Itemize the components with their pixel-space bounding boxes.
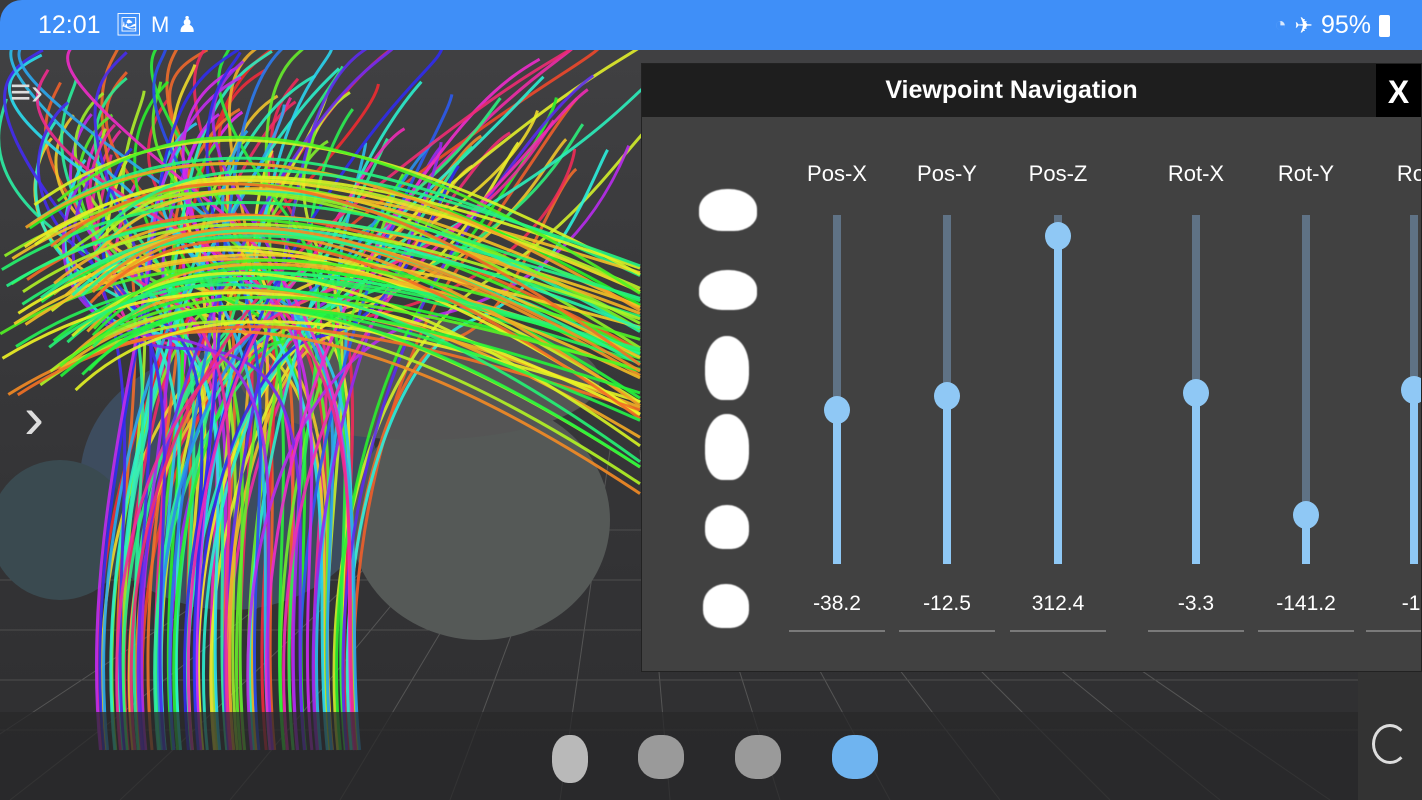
view-right-icon[interactable] <box>699 270 757 310</box>
value-underline <box>1366 630 1421 632</box>
slider-value: -141.2 <box>1276 592 1336 615</box>
slider-fill <box>943 396 951 564</box>
value-underline <box>1010 630 1106 632</box>
status-bar: 12:01 🖼 M ♟ ◔ ✈ 95% <box>0 0 1422 50</box>
keyhole-icon: ♟ <box>177 12 197 37</box>
slider-fill <box>1410 389 1418 564</box>
slider-track[interactable] <box>1401 215 1421 564</box>
menu-chevron-icon[interactable]: ≡› <box>10 74 43 110</box>
slider-label: Rot-X <box>1167 161 1225 186</box>
battery-text: 95% <box>1320 11 1371 39</box>
battery-icon <box>1379 14 1390 37</box>
slider-pos-z: Pos-Z 312.4 <box>1010 161 1106 632</box>
right-toolbar <box>1358 672 1422 800</box>
value-underline <box>1148 630 1244 632</box>
value-underline <box>899 630 995 632</box>
slider-label: Rot <box>1396 161 1421 186</box>
slider-label: Pos-Y <box>917 161 977 186</box>
slider-rot: Rot -1. <box>1366 161 1421 632</box>
view-back-icon[interactable] <box>703 584 749 628</box>
slider-fill <box>1054 235 1062 564</box>
slider-track[interactable] <box>1183 215 1209 564</box>
clock: 12:01 <box>38 11 101 39</box>
wifi-icon: ◔ <box>1274 14 1287 36</box>
gmail-icon: M <box>150 12 170 37</box>
slider-thumb[interactable] <box>934 382 960 411</box>
slider-value: 312.4 <box>1031 592 1085 615</box>
panel-title: Viewpoint Navigation <box>642 64 1421 117</box>
view-front-icon[interactable] <box>705 505 749 549</box>
slider-rot-x: Rot-X -3.3 <box>1148 161 1244 632</box>
refresh-icon[interactable] <box>1372 724 1408 764</box>
slider-thumb[interactable] <box>1183 379 1209 407</box>
slider-value: -12.5 <box>923 592 971 615</box>
slider-label: Pos-Z <box>1028 161 1088 186</box>
slider-track[interactable] <box>824 215 850 564</box>
airplane-icon: ✈ <box>1294 12 1313 38</box>
view-bottom-icon[interactable] <box>705 414 749 480</box>
slider-track[interactable] <box>1045 215 1071 564</box>
slider-rot-y: Rot-Y -141.2 <box>1258 161 1354 632</box>
slider-track[interactable] <box>934 215 960 564</box>
model-fiber-tracts-button[interactable] <box>832 735 878 779</box>
model-brain-cortex-button[interactable] <box>638 735 684 779</box>
slider-thumb[interactable] <box>1045 221 1071 250</box>
slider-label: Pos-X <box>807 161 867 186</box>
close-button[interactable]: X <box>1376 64 1421 117</box>
value-underline <box>1258 630 1354 632</box>
slider-pos-y: Pos-Y -12.5 <box>899 161 995 632</box>
slider-pos-x: Pos-X -38.2 <box>789 161 885 632</box>
slider-fill <box>833 410 841 564</box>
viewpoint-navigation-panel: Viewpoint Navigation X Pos-X -38.2 Pos-Y… <box>641 63 1422 672</box>
slider-value: -1. <box>1401 592 1421 615</box>
view-top-icon[interactable] <box>705 336 749 400</box>
image-icon: 🖼 <box>115 12 143 37</box>
slider-thumb[interactable] <box>1293 501 1319 530</box>
slider-thumb[interactable] <box>824 396 850 425</box>
slider-thumb[interactable] <box>1401 375 1421 404</box>
slider-value: -38.2 <box>813 592 861 615</box>
slider-track[interactable] <box>1293 215 1319 564</box>
view-left-icon[interactable] <box>699 189 757 231</box>
slider-fill <box>1192 393 1200 564</box>
slider-label: Rot-Y <box>1277 161 1335 186</box>
chevron-right-icon[interactable]: › <box>24 388 44 448</box>
slider-value: -3.3 <box>1177 592 1215 615</box>
model-brain-cortex-2-button[interactable] <box>735 735 781 779</box>
model-head-button[interactable] <box>552 735 588 783</box>
value-underline <box>789 630 885 632</box>
